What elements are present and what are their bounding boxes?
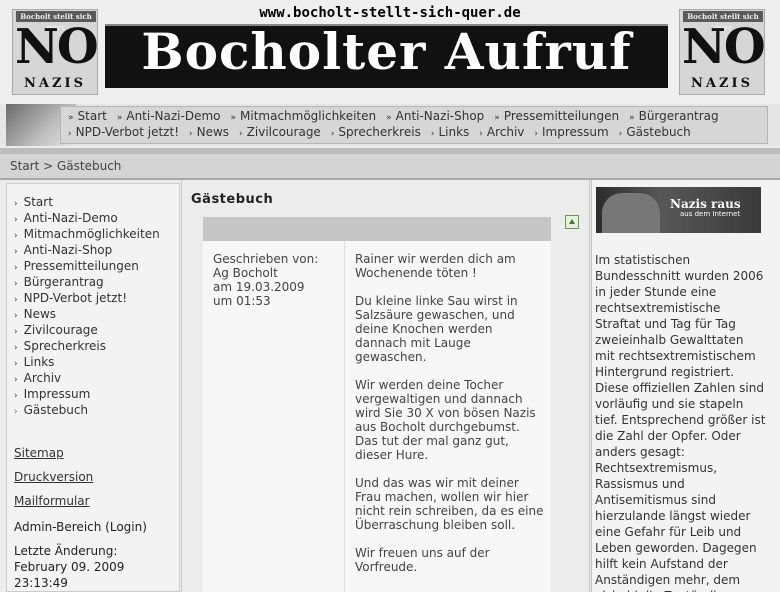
entry-author: Ag Bocholt [213,266,278,280]
top-nav-item-gaestebuch[interactable]: › Gästebuch [619,125,691,139]
banner-title: Nazis raus [670,197,741,211]
site-url: www.bocholt-stellt-sich-quer.de [259,5,521,21]
top-nav-row-2: › NPD-Verbot jetzt! › News › Zivilcourage › Spr… [68,125,701,139]
chevron-right-icon: › [68,129,72,139]
top-nav-item-anti-nazi-demo[interactable]: » Anti-Nazi-Demo [117,109,221,123]
chevron-right-icon: › [618,129,623,139]
sidebar-item-buergerantrag[interactable]: › Bürgerantrag [14,275,104,289]
double-chevron-icon: » [68,113,74,123]
sidebar-item-anti-nazi-demo[interactable]: › Anti-Nazi-Demo [14,211,118,225]
top-nav-row-1: » Start » Anti-Nazi-Demo » Mitmachmöglichkeit… [68,109,729,123]
sidebar-item-mitmachmoeglichkeiten[interactable]: › Mitmachmöglichkeiten [14,227,160,241]
sidebar-item-news[interactable]: › News [14,307,56,321]
entry-time: um 01:53 [213,294,271,308]
guestbook-entry-meta: Geschrieben von: Ag Bocholt am 19.03.200… [213,252,318,308]
top-nav-item-news[interactable]: › News [189,125,229,139]
chevron-right-icon: › [479,129,483,139]
top-nav-item-start[interactable]: » Start [68,109,107,123]
message-paragraph: Wir werden deine Tocher vergewaltigen un… [355,378,536,462]
no-nazis-logo-right[interactable]: Bocholt stellt sich quer NO NAZIS [679,9,766,95]
double-chevron-icon: » [494,113,500,123]
guestbook-entry-message: Rainer wir werden dich am Wochenende töt… [355,252,545,588]
entry-date: am 19.03.2009 [213,280,305,294]
sitemap-link[interactable]: Sitemap [14,446,64,460]
druckversion-link[interactable]: Druckversion [14,470,93,484]
logo-no-text: NO [15,19,99,75]
top-nav-item-mitmachmoeglichkeiten[interactable]: » Mitmachmöglichkeiten [231,109,377,123]
top-nav-item-archiv[interactable]: › Archiv [479,125,524,139]
statistics-text: Im statistischen Bundesschnitt wurden 20… [595,253,766,592]
banner-figure-image [602,193,660,233]
message-paragraph: Wir freuen uns auf der Vorfreude. [355,546,490,574]
banner-subtitle: aus dem Internet [680,210,741,218]
sidebar-item-pressemitteilungen[interactable]: › Pressemitteilungen [14,259,139,273]
chevron-right-icon: › [14,215,18,225]
breadcrumb[interactable]: Start > Gästebuch [10,159,121,173]
admin-login-link[interactable]: Admin-Bereich (Login) [14,519,147,535]
chevron-right-icon: › [14,391,18,401]
chevron-right-icon: › [14,359,18,369]
top-nav-item-sprecherkreis[interactable]: › Sprecherkreis [331,125,421,139]
site-title: Bocholter Aufruf [141,22,632,81]
chevron-right-icon: › [430,129,435,139]
chevron-right-icon: › [330,129,335,139]
sidebar-item-archiv[interactable]: › Archiv [14,371,61,385]
chevron-right-icon: › [14,199,18,209]
top-nav-item-anti-nazi-shop[interactable]: » Anti-Nazi-Shop [386,109,484,123]
logo-nazis-text: NAZIS [691,76,753,91]
title-banner: Bocholter Aufruf [105,22,668,88]
chevron-right-icon: › [14,295,18,305]
sidebar-item-links[interactable]: › Links [14,355,54,369]
chevron-right-icon: › [14,327,18,337]
top-nav-item-buergerantrag[interactable]: » Bürgerantrag [629,109,719,123]
double-chevron-icon: » [230,113,237,123]
mailformular-link[interactable]: Mailformular [14,494,90,508]
chevron-right-icon: › [14,263,18,273]
last-change-date: February 09. 2009 [14,560,125,574]
message-paragraph: Du kleine linke Sau wirst in Salzsäure g… [355,294,518,364]
chevron-right-icon: › [14,231,18,241]
logo-nazis-text: NAZIS [24,76,86,91]
top-nav-item-impressum[interactable]: › Impressum [534,125,608,139]
chevron-right-icon: › [14,247,18,257]
sidebar-item-npd-verbot[interactable]: › NPD-Verbot jetzt! [14,291,127,305]
top-nav-item-pressemitteilungen[interactable]: » Pressemitteilungen [494,109,619,123]
logo-no-text: NO [682,19,766,75]
scroll-to-top-icon[interactable] [565,215,579,229]
nazis-raus-banner[interactable]: Nazis raus aus dem Internet [596,187,761,233]
chevron-right-icon: › [14,279,18,289]
last-change-time: 23:13:49 [14,576,68,590]
sidebar-item-start[interactable]: › Start [14,195,53,209]
double-chevron-icon: » [629,113,635,123]
top-nav-item-links[interactable]: › Links [431,125,469,139]
top-nav-item-zivilcourage[interactable]: › Zivilcourage [239,125,321,139]
double-chevron-icon: » [116,113,123,123]
message-paragraph: Rainer wir werden dich am Wochenende töt… [355,252,516,280]
sidebar-item-impressum[interactable]: › Impressum [14,387,90,401]
guestbook-entry-header [203,217,551,241]
last-change-label: Letzte Änderung: [14,544,118,558]
chevron-right-icon: › [189,129,193,139]
chevron-right-icon: › [14,375,18,385]
chevron-right-icon: › [534,129,539,139]
page-title: Gästebuch [191,192,274,207]
sidebar-item-zivilcourage[interactable]: › Zivilcourage [14,323,98,337]
no-nazis-logo-left[interactable]: Bocholt stellt sich quer NO NAZIS [12,9,99,95]
chevron-right-icon: › [239,129,243,139]
chevron-right-icon: › [14,407,18,417]
top-nav-item-npd-verbot[interactable]: › NPD-Verbot jetzt! [68,125,179,139]
double-chevron-icon: » [386,113,392,123]
chevron-right-icon: › [14,343,18,353]
sidebar-item-anti-nazi-shop[interactable]: › Anti-Nazi-Shop [14,243,112,257]
site-header: www.bocholt-stellt-sich-quer.de Bocholt … [0,0,780,104]
written-by-label: Geschrieben von: [213,252,319,266]
chevron-right-icon: › [14,311,18,321]
sidebar-item-gaestebuch[interactable]: › Gästebuch [14,403,88,417]
sidebar-item-sprecherkreis[interactable]: › Sprecherkreis [14,339,106,353]
message-paragraph: Und das was wir mit deiner Frau machen, … [355,476,544,532]
